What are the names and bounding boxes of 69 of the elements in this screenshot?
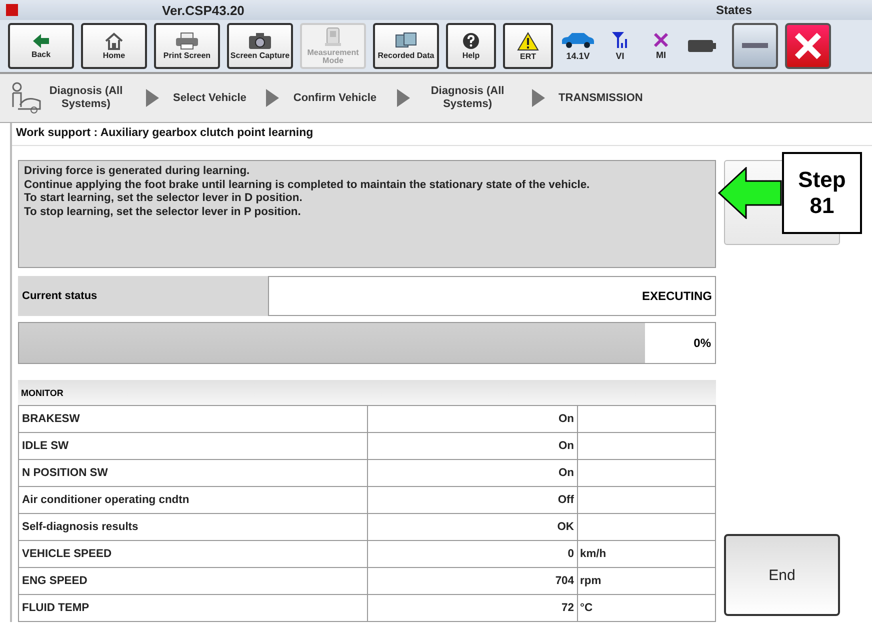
instruction-text: To stop learning, set the selector lever in P position.	[24, 206, 302, 219]
monitor-name-cell: IDLE SW	[18, 432, 368, 460]
back-button[interactable]: Back	[8, 23, 74, 69]
step-tooltip: Step 81	[782, 152, 862, 234]
print-button[interactable]: Print Screen	[154, 23, 220, 69]
monitor-unit-cell: rpm	[578, 568, 716, 594]
cross-icon	[653, 32, 669, 48]
monitor-value-cell: Off	[368, 486, 578, 514]
monitor-value-cell: On	[368, 432, 578, 460]
monitor-name-cell: ENG SPEED	[18, 568, 368, 594]
breadcrumb-item[interactable]: Select Vehicle	[169, 92, 250, 104]
monitor-name-cell: VEHICLE SPEED	[18, 540, 368, 568]
arrow-icon	[718, 167, 782, 219]
status-value: EXECUTING	[268, 276, 716, 316]
instruction-text: To start learning, set the selector lever in D position.	[24, 192, 304, 206]
close-icon	[793, 31, 823, 61]
help-button[interactable]: Help	[446, 23, 496, 69]
triangle-arrow-icon	[396, 89, 410, 107]
monitor-unit-cell: °C	[578, 594, 716, 622]
states-label: States	[716, 3, 752, 17]
breadcrumb-item[interactable]: Diagnosis (All Systems)	[420, 85, 516, 111]
monitor-value-cell: 704	[368, 568, 578, 594]
camera-button[interactable]: Screen Capture	[227, 23, 293, 69]
monitor-name-cell: Self-diagnosis results	[18, 514, 368, 540]
recorded-data-icon	[394, 32, 418, 50]
breadcrumb-item[interactable]: Confirm Vehicle	[289, 92, 381, 104]
home-icon	[104, 32, 124, 50]
mi-status-label: MI	[656, 50, 666, 60]
version-label: Ver.CSP43.20	[162, 2, 244, 18]
vi-status-label: VI	[616, 51, 624, 61]
progress-reading: 0%	[694, 336, 711, 350]
instruction-text: Continue applying the foot brake until learning is completed to maintain the stationary state of the vehicle.	[24, 178, 591, 192]
back-arrow-icon	[32, 33, 50, 49]
minimize-icon	[742, 43, 768, 49]
monitor-header: MONITOR	[18, 380, 716, 405]
monitor-value-cell: On	[368, 406, 578, 432]
monitor-value-cell: On	[368, 460, 578, 486]
ert-button[interactable]: ERT	[503, 23, 553, 69]
end-button[interactable]: End	[724, 534, 840, 616]
app-logo-icon	[6, 4, 18, 16]
printer-icon	[175, 32, 199, 50]
car-icon	[560, 31, 596, 49]
gauge-icon	[324, 27, 342, 47]
help-icon	[462, 32, 480, 50]
instruction-text: Driving force is generated during learning.	[24, 165, 251, 178]
breadcrumb-item[interactable]: Diagnosis (All Systems)	[42, 85, 130, 111]
monitor-name-cell: Air conditioner operating cndtn	[18, 486, 368, 514]
monitor-value-cell: OK	[368, 514, 578, 540]
triangle-arrow-icon	[146, 89, 159, 107]
close-button[interactable]	[785, 23, 831, 69]
minimize-button[interactable]	[732, 23, 778, 69]
breadcrumb-item[interactable]: TRANSMISSION	[554, 92, 647, 104]
triangle-arrow-icon	[532, 89, 545, 107]
warning-icon	[517, 32, 539, 50]
monitor-value-cell: 0	[368, 540, 578, 568]
camera-icon	[248, 32, 272, 50]
car-status-label: 14.1V	[566, 51, 590, 61]
triangle-arrow-icon	[266, 89, 280, 107]
monitor-value-cell: 72	[368, 594, 578, 622]
signal-icon	[611, 31, 629, 49]
recorded-button[interactable]: Recorded Data	[373, 23, 439, 69]
monitor-name-cell: FLUID TEMP	[18, 594, 368, 622]
status-label: Current status	[18, 276, 268, 316]
monitor-name-cell: N POSITION SW	[18, 460, 368, 486]
home-button[interactable]: Home	[81, 23, 147, 69]
page-title: Work support : Auxiliary gearbox clutch point learning	[12, 123, 872, 146]
battery-icon	[687, 39, 717, 53]
monitor-name-cell: BRAKESW	[18, 406, 368, 432]
monitor-unit-cell: km/h	[578, 540, 716, 568]
